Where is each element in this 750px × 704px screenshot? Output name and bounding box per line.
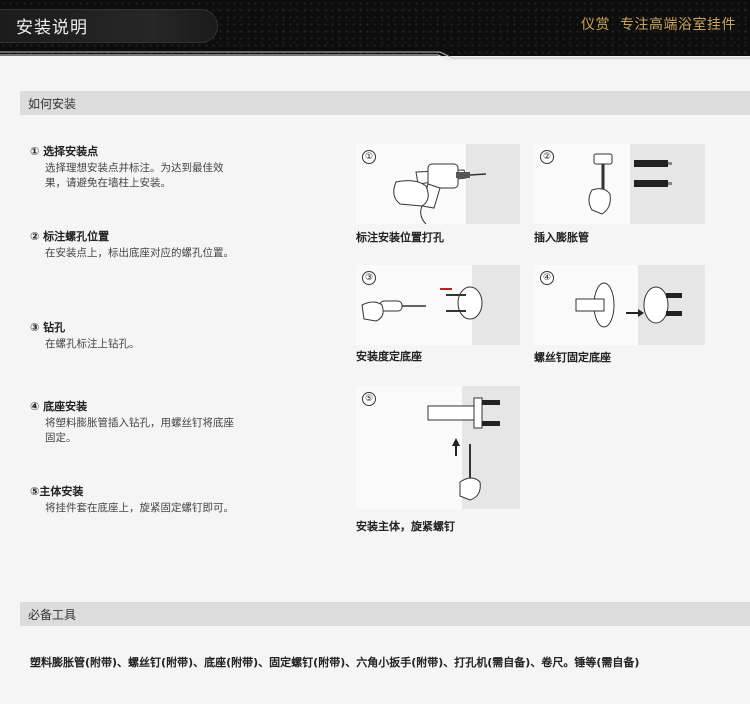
section-bar-install: 如何安装 [20,91,750,115]
section-label-tools: 必备工具 [28,608,77,622]
tools-list: 塑料膨胀管(附带)、螺丝钉(附带)、底座(附带)、固定螺钉(附带)、六角小扳手(… [30,656,640,669]
step-desc: 在螺孔标注上钻孔。 [45,338,140,350]
step-desc: 将挂件套在底座上，旋紧固定螺钉即可。 [45,502,234,514]
step-title: ⑤主体安装 [30,485,84,498]
hammer-icon [588,144,705,224]
install-image-3: ③ [356,265,520,345]
page-title: 安装说明 [16,18,88,38]
step-4: ④ 底座安装 将塑料膨胀管插入钻孔，用螺丝钉将底座固定。 [30,400,240,446]
install-image-1: ① [356,144,520,224]
section-label-install: 如何安装 [28,97,77,111]
step-1: ① 选择安装点 选择理想安装点并标注。为达到最佳效果，请避免在墙柱上安装。 [30,145,240,191]
image-caption-3: 安装度定底座 [356,350,422,363]
step-5: ⑤主体安装 将挂件套在底座上，旋紧固定螺钉即可。 [30,485,240,516]
step-title: ③ 钻孔 [30,321,66,334]
step-title: ② 标注螺孔位置 [30,230,110,243]
base-fix-icon [575,265,705,345]
image-caption-5: 安装主体，旋紧螺钉 [356,520,455,533]
step-desc: 在安装点上，标出底座对应的螺孔位置。 [45,247,234,259]
image-number: ④ [540,271,554,285]
step-2: ② 标注螺孔位置 在安装点上，标出底座对应的螺孔位置。 [30,230,240,261]
brand-name: 仪赏 [581,17,610,33]
header-divider [0,51,750,60]
hex-key-icon [427,386,520,509]
step-title: ④ 底座安装 [30,400,88,413]
section-bar-tools: 必备工具 [20,602,750,626]
install-image-4: ④ [534,265,705,345]
install-image-2: ② [534,144,705,224]
image-number: ⑤ [362,392,376,406]
install-image-5: ⑤ [356,386,520,509]
image-number: ① [362,150,376,164]
drill-icon [393,144,520,224]
step-3: ③ 钻孔 在螺孔标注上钻孔。 [30,321,240,352]
step-title: ① 选择安装点 [30,145,99,158]
image-caption-2: 插入膨胀管 [534,231,589,244]
image-caption-4: 螺丝钉固定底座 [534,351,611,364]
brand-slogan: 仪赏 专注高端浴室挂件 [581,14,736,34]
step-desc: 选择理想安装点并标注。为达到最佳效果，请避免在墙柱上安装。 [45,162,224,189]
image-number: ② [540,150,554,164]
slogan: 专注高端浴室挂件 [620,17,736,33]
image-caption-1: 标注安装位置打孔 [356,231,444,244]
step-desc: 将塑料膨胀管插入钻孔，用螺丝钉将底座固定。 [45,417,234,444]
image-number: ③ [362,271,376,285]
screwdriver-icon [361,265,520,345]
